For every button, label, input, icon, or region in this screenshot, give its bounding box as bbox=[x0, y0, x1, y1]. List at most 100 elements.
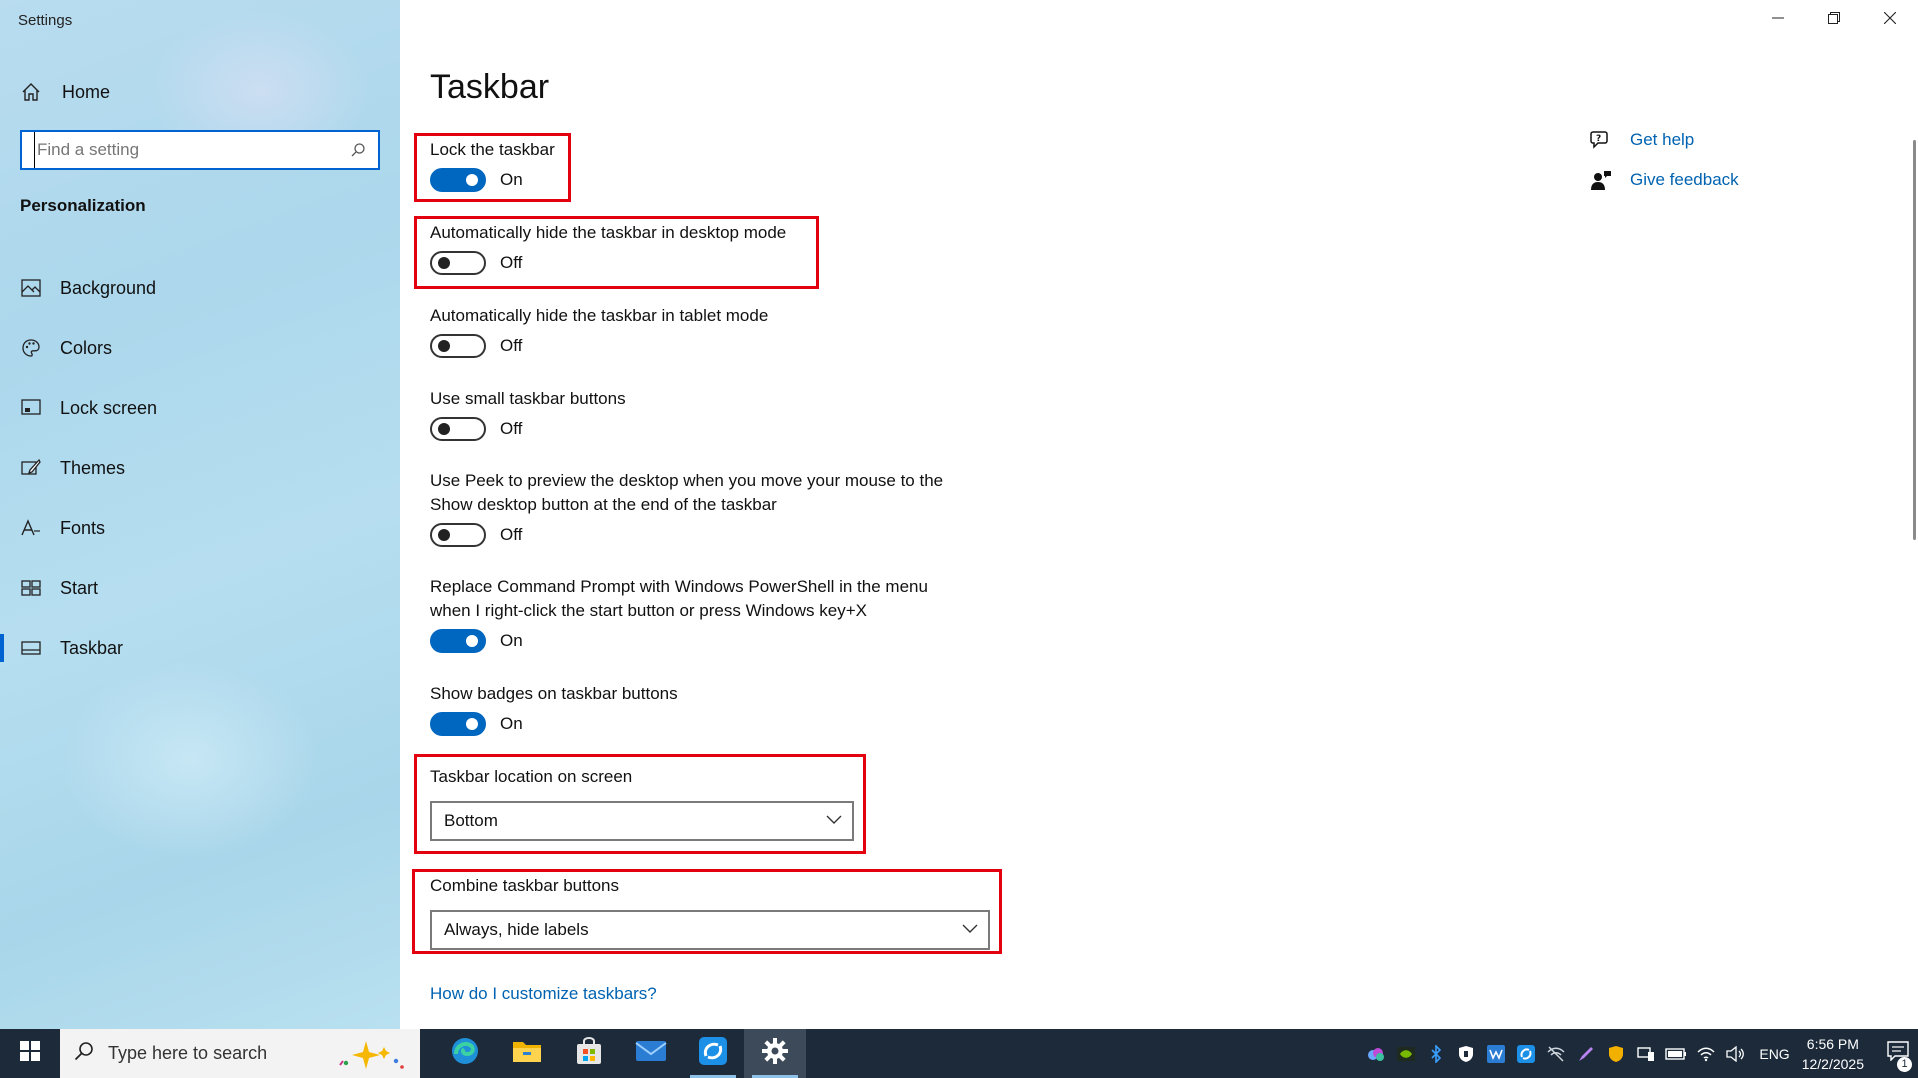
setting-label: Automatically hide the taskbar in tablet… bbox=[430, 306, 769, 325]
settings-search-input[interactable] bbox=[34, 132, 338, 168]
clock-time: 6:56 PM bbox=[1806, 1035, 1859, 1052]
taskbar-search-box[interactable]: Type here to search bbox=[60, 1029, 420, 1078]
palette-icon bbox=[20, 337, 42, 359]
tray-bluetooth-icon[interactable] bbox=[1421, 1029, 1451, 1078]
customize-taskbars-link[interactable]: How do I customize taskbars? bbox=[430, 984, 657, 1004]
taskbar-apps bbox=[434, 1029, 806, 1078]
toggle-knob bbox=[438, 529, 450, 541]
sidebar-item-label: Start bbox=[60, 577, 99, 598]
brush-icon bbox=[20, 457, 42, 479]
file-explorer-icon bbox=[512, 1038, 542, 1069]
setting-label-line1: Replace Command Prompt with Windows Powe… bbox=[430, 577, 928, 596]
windows-taskbar: Type here to search ENG 6:56 PM 12/2/202… bbox=[0, 1029, 1918, 1078]
tray-quick-assist-icon[interactable] bbox=[1511, 1029, 1541, 1078]
sidebar-item-label: Lock screen bbox=[60, 397, 158, 418]
taskbar-app-file-explorer[interactable] bbox=[496, 1029, 558, 1078]
give-feedback-link[interactable]: Give feedback bbox=[1630, 170, 1739, 190]
start-button[interactable] bbox=[0, 1029, 60, 1078]
taskbar-app-mail[interactable] bbox=[620, 1029, 682, 1078]
sidebar-item-start[interactable]: Start bbox=[0, 558, 400, 618]
tray-nvidia-icon[interactable] bbox=[1391, 1029, 1421, 1078]
close-button[interactable] bbox=[1862, 0, 1918, 40]
home-nav-item[interactable]: Home bbox=[20, 80, 110, 104]
powershell-toggle[interactable] bbox=[430, 629, 486, 653]
autohide-tablet-toggle[interactable] bbox=[430, 334, 486, 358]
taskbar-icon bbox=[20, 637, 42, 659]
setting-badges: Show badges on taskbar buttons On bbox=[430, 682, 678, 736]
tray-security-icon[interactable] bbox=[1601, 1029, 1631, 1078]
get-help-row[interactable]: ? Get help bbox=[1590, 124, 1739, 156]
sidebar-item-themes[interactable]: Themes bbox=[0, 438, 400, 498]
main-content: Taskbar Lock the taskbar On Automaticall… bbox=[400, 0, 1918, 1029]
window-controls bbox=[1750, 0, 1918, 40]
mail-icon bbox=[635, 1039, 667, 1068]
settings-search-box[interactable] bbox=[20, 130, 380, 170]
give-feedback-row[interactable]: Give feedback bbox=[1590, 164, 1739, 196]
tray-device-icon[interactable] bbox=[1631, 1029, 1661, 1078]
action-center-button[interactable]: 1 bbox=[1878, 1029, 1918, 1078]
taskbar-app-edge[interactable] bbox=[434, 1029, 496, 1078]
toggle-state: Off bbox=[500, 419, 523, 438]
tray-pen-icon[interactable] bbox=[1571, 1029, 1601, 1078]
clock-date: 12/2/2025 bbox=[1801, 1055, 1864, 1072]
setting-label-line2: Show desktop button at the end of the ta… bbox=[430, 495, 777, 514]
restore-icon bbox=[1828, 11, 1840, 29]
setting-label: Use small taskbar buttons bbox=[430, 389, 626, 408]
close-icon bbox=[1883, 11, 1897, 29]
sparkle-icon bbox=[332, 1039, 408, 1076]
taskbar-search-placeholder: Type here to search bbox=[108, 1043, 268, 1063]
tray-w-icon[interactable] bbox=[1481, 1029, 1511, 1078]
setting-powershell: Replace Command Prompt with Windows Powe… bbox=[430, 575, 928, 653]
store-icon bbox=[575, 1037, 603, 1070]
notification-count-badge: 1 bbox=[1897, 1057, 1912, 1072]
peek-toggle[interactable] bbox=[430, 523, 486, 547]
search-icon bbox=[74, 1041, 94, 1066]
home-icon bbox=[20, 81, 42, 103]
tray-volume-icon[interactable] bbox=[1721, 1029, 1751, 1078]
tray-network-off-icon[interactable] bbox=[1541, 1029, 1571, 1078]
taskbar-clock[interactable]: 6:56 PM 12/2/2025 bbox=[1802, 1034, 1864, 1074]
highlight-box bbox=[412, 869, 1002, 954]
sidebar-item-fonts[interactable]: Fonts bbox=[0, 498, 400, 558]
search-icon[interactable] bbox=[338, 142, 378, 158]
windows-logo-icon bbox=[20, 1041, 40, 1066]
highlight-box bbox=[414, 133, 571, 202]
setting-label-line2: when I right-click the start button or p… bbox=[430, 601, 867, 620]
toggle-state: On bbox=[500, 631, 523, 650]
sidebar-item-background[interactable]: Background bbox=[0, 258, 400, 318]
feedback-person-icon bbox=[1590, 169, 1612, 191]
toggle-knob bbox=[466, 635, 478, 647]
sidebar-item-taskbar[interactable]: Taskbar bbox=[0, 618, 400, 678]
font-icon bbox=[20, 517, 42, 539]
tray-shield-icon[interactable] bbox=[1451, 1029, 1481, 1078]
setting-autohide-tablet: Automatically hide the taskbar in tablet… bbox=[430, 304, 768, 358]
tray-battery-icon[interactable] bbox=[1661, 1029, 1691, 1078]
tray-wifi-icon[interactable] bbox=[1691, 1029, 1721, 1078]
highlight-box bbox=[414, 216, 819, 289]
badges-toggle[interactable] bbox=[430, 712, 486, 736]
small-buttons-toggle[interactable] bbox=[430, 417, 486, 441]
minimize-button[interactable] bbox=[1750, 0, 1806, 40]
section-title: Personalization bbox=[20, 196, 146, 215]
restore-button[interactable] bbox=[1806, 0, 1862, 40]
taskbar-app-quick-assist[interactable] bbox=[682, 1029, 744, 1078]
language-indicator[interactable]: ENG bbox=[1759, 1046, 1789, 1062]
page-title: Taskbar bbox=[430, 68, 550, 106]
toggle-state: On bbox=[500, 714, 523, 733]
taskbar-app-settings[interactable] bbox=[744, 1029, 806, 1078]
help-chat-icon: ? bbox=[1590, 129, 1612, 151]
sidebar-item-colors[interactable]: Colors bbox=[0, 318, 400, 378]
tray-cloud-icon[interactable] bbox=[1361, 1029, 1391, 1078]
sidebar-item-label: Background bbox=[60, 277, 157, 298]
taskbar-app-store[interactable] bbox=[558, 1029, 620, 1078]
setting-label-line1: Use Peek to preview the desktop when you… bbox=[430, 471, 944, 490]
picture-icon bbox=[20, 277, 42, 299]
highlight-box bbox=[414, 754, 866, 854]
sidebar-item-lock-screen[interactable]: Lock screen bbox=[0, 378, 400, 438]
system-tray: ENG 6:56 PM 12/2/2025 1 bbox=[1361, 1029, 1918, 1078]
toggle-state: Off bbox=[500, 336, 523, 355]
setting-peek: Use Peek to preview the desktop when you… bbox=[430, 469, 943, 547]
get-help-link[interactable]: Get help bbox=[1630, 130, 1694, 150]
vertical-scrollbar[interactable] bbox=[1913, 140, 1916, 540]
minimize-icon bbox=[1772, 11, 1784, 29]
